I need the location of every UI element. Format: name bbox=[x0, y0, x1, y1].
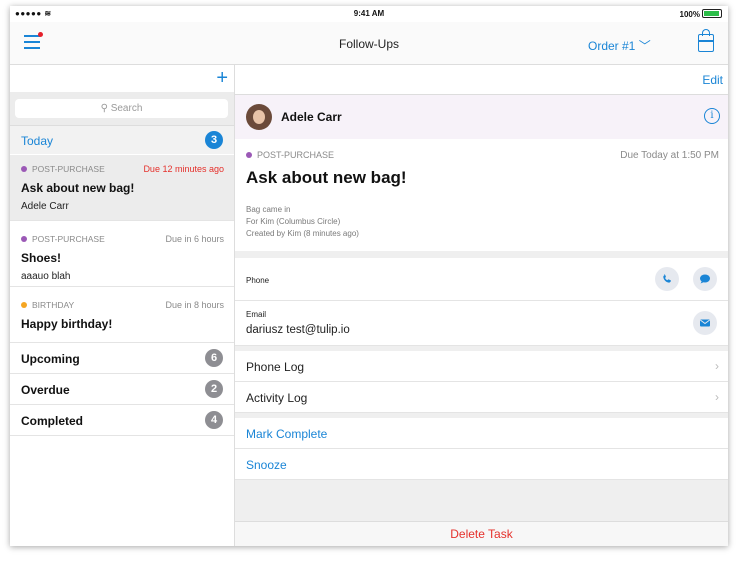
phone-row: Phone bbox=[235, 258, 728, 301]
category-dot bbox=[21, 302, 27, 308]
task-detail-pane: Edit Adele Carr i POST-PURCHASE Due Toda… bbox=[235, 65, 728, 546]
email-label: Email bbox=[246, 310, 267, 319]
count-badge: 6 bbox=[205, 349, 223, 367]
battery-icon bbox=[702, 9, 722, 18]
category-dot bbox=[246, 152, 252, 158]
due-label: Due in 8 hours bbox=[165, 300, 224, 310]
due-label: Due in 6 hours bbox=[165, 234, 224, 244]
activity-log-label: Activity Log bbox=[246, 391, 308, 405]
search-input[interactable]: ⚲ Search bbox=[15, 99, 228, 118]
detail-note: Bag came in bbox=[246, 205, 291, 214]
section-completed[interactable]: Completed 4 bbox=[10, 405, 234, 436]
task-customer: aaauo blah bbox=[21, 271, 71, 282]
phone-icon bbox=[663, 274, 671, 283]
snooze-label: Snooze bbox=[246, 458, 287, 472]
delete-task-button[interactable]: Delete Task bbox=[235, 521, 728, 546]
detail-note: Created by Kim (8 minutes ago) bbox=[246, 229, 359, 238]
phone-label: Phone bbox=[246, 276, 270, 285]
mark-complete-label: Mark Complete bbox=[246, 427, 328, 441]
section-overdue[interactable]: Overdue 2 bbox=[10, 374, 234, 405]
section-label: Overdue bbox=[21, 383, 70, 397]
chevron-right-icon: › bbox=[715, 359, 719, 373]
battery-indicator: 100% bbox=[680, 9, 722, 19]
section-today[interactable]: Today 3 bbox=[10, 126, 234, 154]
task-title: Shoes! bbox=[21, 251, 62, 265]
shopping-bag-icon[interactable] bbox=[698, 29, 714, 52]
snooze-button[interactable]: Snooze bbox=[235, 449, 728, 480]
count-badge: 3 bbox=[205, 131, 223, 149]
call-button[interactable] bbox=[655, 267, 679, 291]
detail-due: Due Today at 1:50 PM bbox=[620, 150, 719, 161]
detail-category: POST-PURCHASE bbox=[246, 150, 334, 160]
task-customer: Adele Carr bbox=[21, 201, 69, 212]
task-item[interactable]: POST-PURCHASE Due 12 minutes ago Ask abo… bbox=[10, 155, 234, 221]
mail-icon bbox=[700, 319, 710, 327]
due-label: Due 12 minutes ago bbox=[143, 164, 224, 174]
add-task-button[interactable]: + bbox=[216, 67, 228, 90]
customer-name: Adele Carr bbox=[281, 110, 342, 124]
task-item[interactable]: POST-PURCHASE Due in 6 hours Shoes! aaau… bbox=[10, 221, 234, 287]
email-value: dariusz test@tulip.io bbox=[246, 324, 350, 336]
phone-log-row[interactable]: Phone Log › bbox=[235, 351, 728, 382]
avatar bbox=[246, 104, 272, 130]
email-button[interactable] bbox=[693, 311, 717, 335]
task-title: Ask about new bag! bbox=[21, 181, 135, 195]
info-icon[interactable]: i bbox=[704, 108, 720, 124]
status-bar: ●●●●● ≋ 9:41 AM 100% bbox=[10, 6, 728, 22]
chevron-right-icon: › bbox=[715, 390, 719, 404]
order-selector[interactable]: Order #1 ﹀ bbox=[588, 37, 651, 54]
task-detail-card: POST-PURCHASE Due Today at 1:50 PM Ask a… bbox=[235, 139, 728, 251]
task-list-pane: + ⚲ Search Today 3 POST-PURCHASE Due 12 … bbox=[10, 65, 235, 546]
navigation-bar: Follow-Ups Order #1 ﹀ bbox=[10, 22, 728, 65]
section-label: Completed bbox=[21, 414, 84, 428]
count-badge: 4 bbox=[205, 411, 223, 429]
phone-log-label: Phone Log bbox=[246, 360, 305, 374]
section-label: Upcoming bbox=[21, 352, 80, 366]
section-label: Today bbox=[21, 134, 54, 148]
category-dot bbox=[21, 166, 27, 172]
section-upcoming[interactable]: Upcoming 6 bbox=[10, 343, 234, 374]
status-time: 9:41 AM bbox=[353, 9, 385, 18]
chevron-down-icon: ﹀ bbox=[638, 39, 651, 53]
email-row: Email dariusz test@tulip.io bbox=[235, 301, 728, 346]
chat-bubble-icon bbox=[700, 274, 710, 284]
ipad-screen: ●●●●● ≋ 9:41 AM 100% Follow-Ups Order #1… bbox=[10, 6, 728, 546]
message-button[interactable] bbox=[693, 267, 717, 291]
count-badge: 2 bbox=[205, 380, 223, 398]
mark-complete-button[interactable]: Mark Complete bbox=[235, 418, 728, 449]
search-bar: ⚲ Search bbox=[10, 92, 234, 126]
task-title: Happy birthday! bbox=[21, 317, 113, 331]
task-item[interactable]: BIRTHDAY Due in 8 hours Happy birthday! bbox=[10, 287, 234, 343]
detail-title: Ask about new bag! bbox=[246, 168, 407, 187]
activity-log-row[interactable]: Activity Log › bbox=[235, 382, 728, 413]
search-icon: ⚲ bbox=[100, 103, 108, 114]
edit-button[interactable]: Edit bbox=[702, 73, 723, 87]
detail-toolbar: Edit bbox=[235, 65, 728, 94]
customer-header[interactable]: Adele Carr i bbox=[235, 94, 728, 140]
category-dot bbox=[21, 236, 27, 242]
detail-note: For Kim (Columbus Circle) bbox=[246, 217, 341, 226]
